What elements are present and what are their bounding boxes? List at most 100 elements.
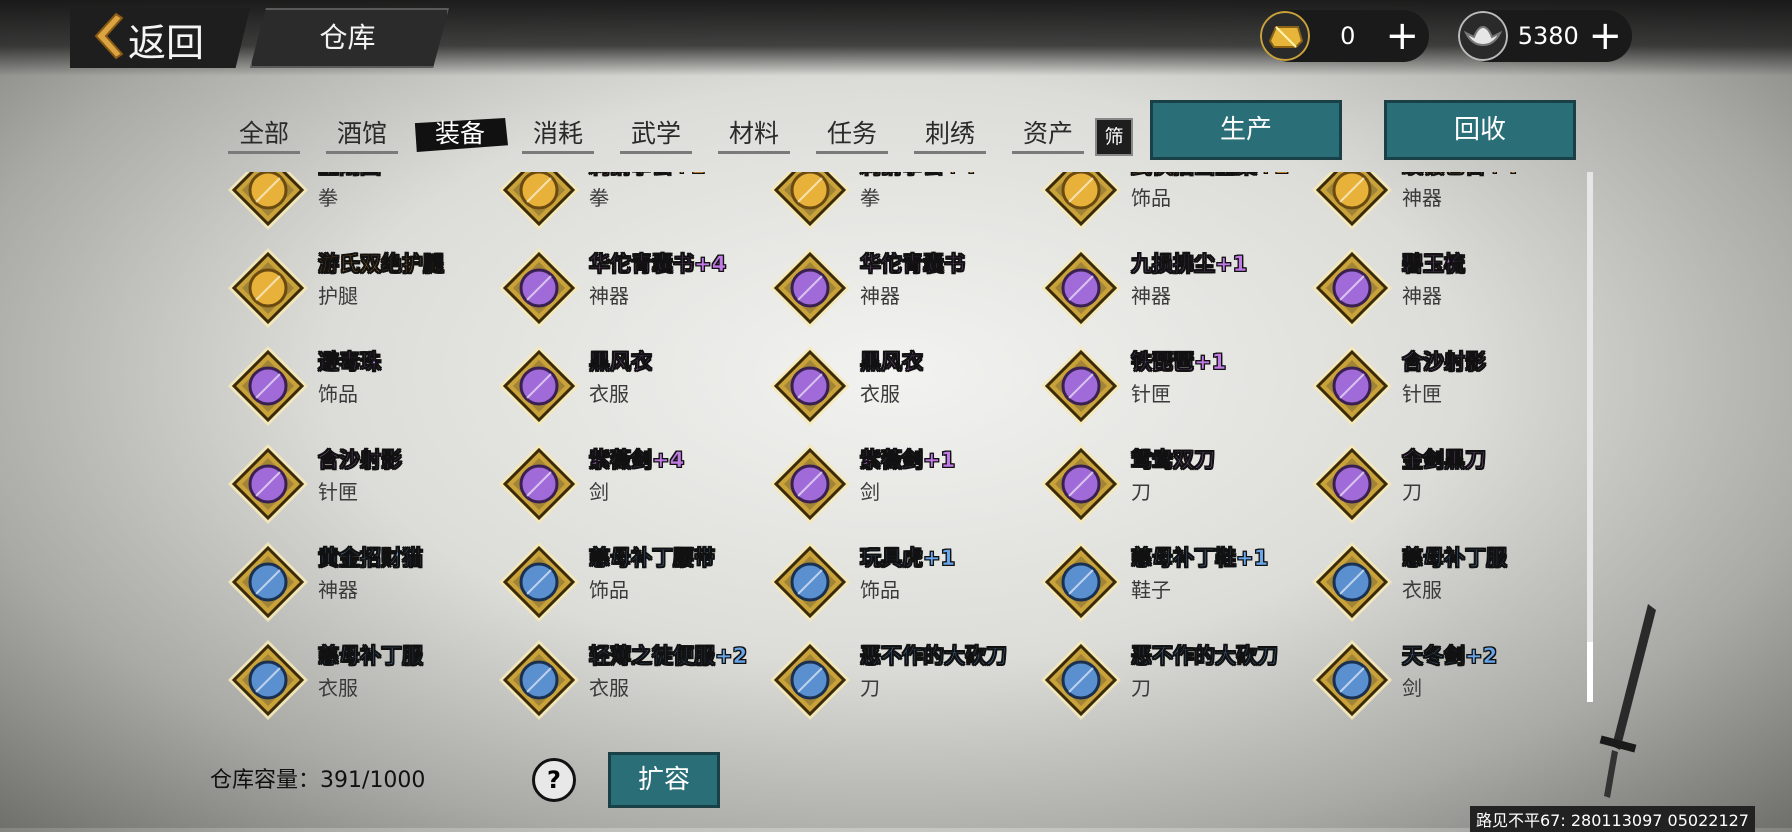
item-name: 金剑黑刀 [1402,448,1487,473]
cleaver-icon [1041,640,1121,720]
whisk-icon [1041,248,1121,328]
item-name: 紫薇剑+4 [589,448,685,473]
pipa-icon [1041,346,1121,426]
item-type: 针匣 [318,480,358,504]
chevron-left-icon [94,12,124,60]
item-cell[interactable]: 金剑黑刀刀 [1304,436,1574,534]
item-type: 针匣 [1402,382,1442,406]
purple-robe-icon [499,640,579,720]
silver-value: 5380 [1517,22,1579,50]
dagger-icon [1312,172,1392,230]
item-cell[interactable]: 华佗青囊书+4 神器 [491,240,761,338]
item-type: 鞋子 [1131,578,1171,602]
tab-all[interactable]: 全部 [220,112,308,156]
tab-martial-arts[interactable]: 武学 [612,112,700,156]
item-cell[interactable]: 慈母补丁服 衣服 [220,632,490,730]
produce-button[interactable]: 生产 [1150,100,1342,160]
tab-embroidery[interactable]: 刺绣 [906,112,994,156]
item-cell[interactable]: 九损拂尘+1 神器 [1033,240,1303,338]
item-name: 刺猬拳套+4 [860,172,977,180]
medical-book-icon [770,248,850,328]
item-type: 刀 [860,676,880,700]
item-name: 华佗青囊书+4 [589,252,727,277]
gold-currency: 0 + [1260,10,1429,62]
item-cell[interactable]: 轻薄之徒便服+2 衣服 [491,632,761,730]
item-type: 衣服 [318,676,358,700]
item-name: 黑风衣 [589,350,653,375]
tab-consumables[interactable]: 消耗 [514,112,602,156]
item-cell[interactable]: 玩具虎+1 饰品 [762,534,1032,632]
item-cell[interactable]: 含沙射影 针匣 [220,436,490,534]
item-cell[interactable]: 紫薇剑+1 剑 [762,436,1032,534]
item-name: 紫薇剑+1 [860,448,956,473]
spiked-gauntlet-icon [499,172,579,230]
sword-icon [499,444,579,524]
capacity-display: 仓库容量：391/1000 [210,762,425,794]
item-cell[interactable]: 铁琵琶+1 针匣 [1033,338,1303,436]
item-type: 拳 [860,186,880,210]
shoes-icon [1041,542,1121,622]
item-cell[interactable]: 纹银匕首+4 神器 [1304,172,1574,240]
toy-tiger-icon [770,542,850,622]
item-name: 纹银匕首+4 [1402,172,1519,180]
robe-icon [228,640,308,720]
recycle-button[interactable]: 回收 [1384,100,1576,160]
item-type: 刀 [1131,480,1151,504]
item-type: 衣服 [860,382,900,406]
item-grid: 金刚圈拳刺猬拳套+1拳刺猬拳套+4拳武侠插画全集+2饰品纹银匕首+4神器游氏双绝… [220,172,1580,754]
needle-case-icon [228,444,308,524]
expand-capacity-button[interactable]: 扩容 [608,752,720,808]
item-cell[interactable]: 碧玉梳 神器 [1304,240,1574,338]
tab-materials[interactable]: 材料 [710,112,798,156]
item-type: 神器 [1402,186,1442,210]
item-cell[interactable]: 避毒珠 饰品 [220,338,490,436]
item-cell[interactable]: 黄金招财猫 神器 [220,534,490,632]
item-cell[interactable]: 鸳鸯双刀刀 [1033,436,1303,534]
item-name: 刺猬拳套+1 [589,172,706,180]
item-name: 黑风衣 [860,350,924,375]
item-cell[interactable]: 慈母补丁腰带 饰品 [491,534,761,632]
spiked-gauntlet-icon [770,172,850,230]
item-type: 神器 [318,578,358,602]
item-type: 刀 [1402,480,1422,504]
gold-ring-icon [228,172,308,230]
item-name: 碧玉梳 [1402,252,1466,277]
sword-decoration-icon [1599,604,1656,798]
item-cell[interactable]: 恶不作的大砍刀刀 [1033,632,1303,730]
item-cell[interactable]: 游氏双绝护腿 护腿 [220,240,490,338]
item-cell[interactable]: 黑风衣 衣服 [762,338,1032,436]
tab-tavern[interactable]: 酒馆 [318,112,406,156]
sword-icon [770,444,850,524]
item-cell[interactable]: 金刚圈拳 [220,172,490,240]
item-name: 含沙射影 [318,448,403,473]
tab-equipment[interactable]: 装备 [414,112,508,156]
tab-quests[interactable]: 任务 [808,112,896,156]
back-label[interactable]: 返回 [128,12,204,67]
help-icon[interactable]: ? [532,758,576,802]
item-type: 神器 [589,284,629,308]
item-cell[interactable]: 华佗青囊书 神器 [762,240,1032,338]
item-cell[interactable]: 慈母补丁鞋+1 鞋子 [1033,534,1303,632]
item-cell[interactable]: 刺猬拳套+1 拳 [491,172,761,240]
item-cell[interactable]: 刺猬拳套+4 拳 [762,172,1032,240]
item-type: 饰品 [318,382,358,406]
item-type: 剑 [1402,676,1422,700]
filter-button[interactable]: 筛 [1095,118,1133,156]
item-type: 衣服 [1402,578,1442,602]
add-silver-icon[interactable]: + [1588,16,1622,56]
item-cell[interactable]: 黑风衣 衣服 [491,338,761,436]
item-cell[interactable]: 武侠插画全集+2 饰品 [1033,172,1303,240]
page-title: 仓库 [319,21,376,54]
item-type: 饰品 [589,578,629,602]
illustrated-book-icon [1041,172,1121,230]
item-name: 慈母补丁服 [318,644,424,669]
item-cell[interactable]: 恶不作的大砍刀刀 [762,632,1032,730]
item-name: 游氏双绝护腿 [318,252,445,277]
tab-assets[interactable]: 资产 [1004,112,1092,156]
item-type: 拳 [318,186,338,210]
item-cell[interactable]: 含沙射影 针匣 [1304,338,1574,436]
add-gold-icon[interactable]: + [1385,16,1419,56]
item-cell[interactable]: 慈母补丁服 衣服 [1304,534,1574,632]
item-cell[interactable]: 天冬剑+2 剑 [1304,632,1574,730]
item-cell[interactable]: 紫薇剑+4 剑 [491,436,761,534]
